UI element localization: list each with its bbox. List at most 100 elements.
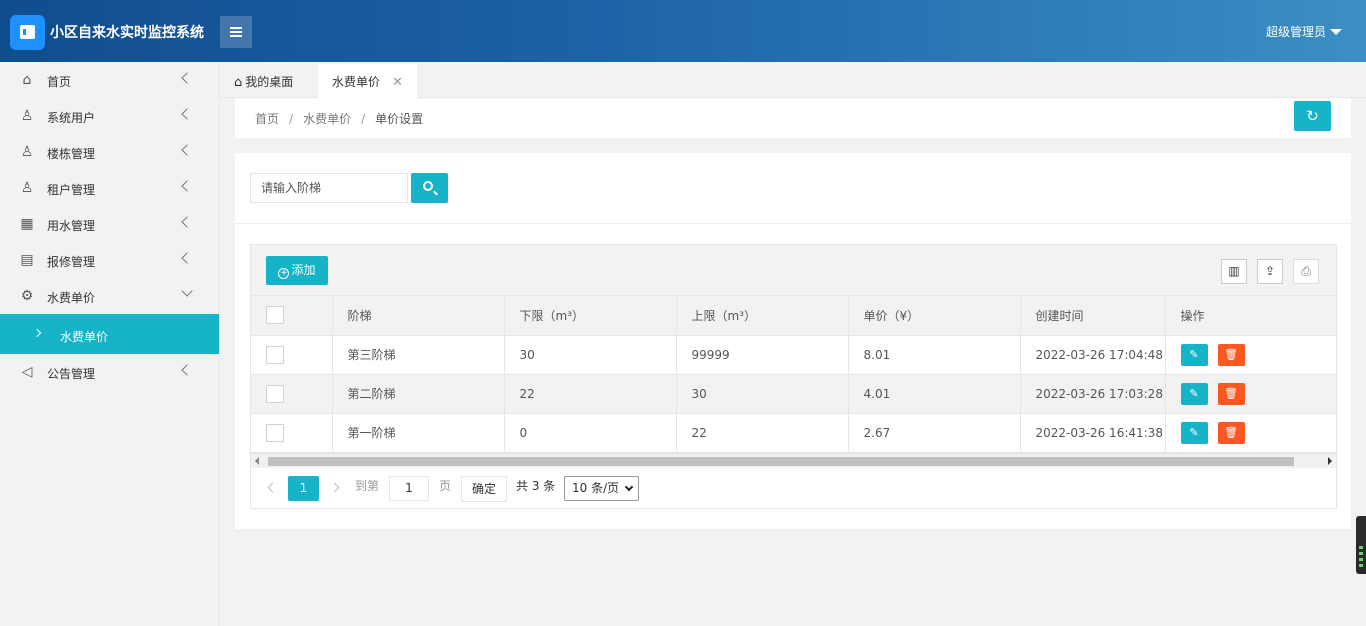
sidebar-item-announcements[interactable]: ◁ 公告管理: [0, 354, 219, 390]
user-icon: ♙: [20, 180, 34, 196]
scroll-right-icon[interactable]: [1328, 457, 1332, 465]
column-header: 操作: [1165, 296, 1337, 336]
table-cell: 第三阶梯: [332, 335, 505, 375]
delete-button[interactable]: 🗑: [1217, 343, 1245, 366]
sidebar-item-repairs[interactable]: ▤ 报修管理: [0, 242, 219, 278]
export-icon[interactable]: ⇪: [1257, 259, 1283, 284]
page-size-select[interactable]: 10 条/页: [564, 476, 639, 501]
sidebar-item-label: 楼栋管理: [47, 147, 96, 161]
chevron-right-icon: [32, 328, 42, 338]
sidebar-item-label: 公告管理: [47, 367, 96, 381]
sidebar-item-label: 水费单价: [47, 291, 96, 305]
data-table: + 添加 ▥ ⇪ ⎙ 阶梯 下限（m³） 上限（m³） 单价（¥） 创建时间 操作…: [250, 244, 1337, 509]
table-cell: 2022-03-26 16:41:38: [1020, 413, 1166, 453]
table-row: 第一阶梯 0 22 2.67 2022-03-26 16:41:38 ✎ 🗑: [251, 413, 1337, 453]
prev-page-icon[interactable]: [267, 482, 278, 493]
caret-down-icon: [1330, 29, 1342, 35]
divider: [235, 223, 1351, 224]
user-icon: ♙: [20, 144, 34, 160]
table-toolbar: + 添加 ▥ ⇪ ⎙: [251, 245, 1336, 296]
page-size-value: 10 条/页: [572, 481, 620, 495]
repair-icon: ▤: [20, 252, 34, 268]
refresh-icon: ↻: [1306, 107, 1319, 125]
main-panel: +添加 ▥ ⇪ ⎙ 阶梯 下限（m³） 上限（m³） 单价（¥） 创建时间 操作…: [235, 153, 1351, 529]
delete-button[interactable]: 🗑: [1217, 421, 1245, 444]
add-button[interactable]: + 添加: [266, 256, 328, 285]
columns-filter-icon[interactable]: ▥: [1221, 259, 1247, 284]
actions-cell: ✎ 🗑: [1165, 374, 1337, 414]
table-cell: 0: [504, 413, 677, 453]
table-cell: 4.01: [848, 374, 1021, 414]
column-header: 单价（¥）: [848, 296, 1021, 336]
sidebar-item-buildings[interactable]: ♙ 楼栋管理: [0, 134, 219, 170]
next-page-icon[interactable]: [329, 482, 340, 493]
total-count: 共 3 条: [516, 479, 556, 493]
user-menu[interactable]: 超级管理员: [1266, 23, 1342, 40]
tab-water-price[interactable]: 水费单价 ✕: [318, 64, 417, 98]
search-input[interactable]: [250, 173, 408, 203]
table-cell: 99999: [676, 335, 849, 375]
sidebar-item-water-price[interactable]: ⚙ 水费单价: [0, 278, 219, 314]
search-button[interactable]: [411, 173, 448, 203]
table-cell: 22: [504, 374, 677, 414]
actions-cell: ✎ 🗑: [1165, 335, 1337, 375]
edit-button[interactable]: ✎: [1180, 421, 1208, 444]
chevron-left-icon: [181, 252, 193, 264]
sidebar-item-home[interactable]: ⌂ 首页: [0, 62, 219, 98]
edit-button[interactable]: ✎: [1180, 382, 1208, 405]
edit-button[interactable]: ✎: [1180, 343, 1208, 366]
chevron-left-icon: [181, 216, 193, 228]
column-header: 下限（m³）: [504, 296, 677, 336]
home-icon: ⌂: [234, 75, 243, 90]
table-cell: 第一阶梯: [332, 413, 505, 453]
table-row: 第三阶梯 30 99999 8.01 2022-03-26 17:04:48 ✎…: [251, 335, 1337, 375]
app-logo-icon: [10, 15, 45, 50]
floating-widget[interactable]: [1356, 516, 1366, 574]
calendar-icon: ▦: [20, 216, 34, 232]
breadcrumb: 首页 / 水费单价 / 单价设置: [255, 112, 424, 126]
column-header: 上限（m³）: [676, 296, 849, 336]
delete-button[interactable]: 🗑: [1217, 382, 1245, 405]
sidebar-item-system-users[interactable]: ♙ 系统用户: [0, 98, 219, 134]
chevron-left-icon: [181, 180, 193, 192]
menu-toggle-button[interactable]: [220, 16, 252, 48]
scroll-left-icon[interactable]: [255, 457, 259, 465]
breadcrumb-item[interactable]: 水费单价: [303, 112, 351, 126]
speaker-icon: ◁: [21, 364, 33, 380]
top-header: 小区自来水实时监控系统 超级管理员: [0, 0, 1366, 62]
row-checkbox[interactable]: [266, 384, 284, 403]
chevron-down-icon: [181, 285, 193, 297]
sidebar-item-tenants[interactable]: ♙ 租户管理: [0, 170, 219, 206]
refresh-button[interactable]: ↻: [1294, 101, 1331, 131]
row-checkbox[interactable]: [266, 423, 284, 442]
page-label: 页: [439, 479, 452, 493]
pagination: 1 到第 1 页 确定 共 3 条 10 条/页: [251, 469, 1336, 509]
table-cell: 30: [504, 335, 677, 375]
tab-bar: ⌂ 我的桌面 水费单价 ✕: [220, 62, 1366, 98]
select-all-checkbox[interactable]: [266, 306, 284, 325]
row-checkbox[interactable]: [266, 345, 284, 364]
add-button-label: 添加: [291, 263, 316, 277]
print-icon[interactable]: ⎙: [1293, 259, 1319, 284]
sidebar-subitem-label: 水费单价: [60, 330, 109, 344]
sidebar-subitem-water-price[interactable]: 水费单价: [0, 314, 219, 354]
table-cell: 30: [676, 374, 849, 414]
user-name: 超级管理员: [1265, 25, 1326, 39]
table-cell: 2022-03-26 17:04:48: [1020, 335, 1166, 375]
sidebar-item-label: 租户管理: [47, 183, 96, 197]
current-page[interactable]: 1: [288, 476, 319, 501]
search-icon: [423, 181, 433, 191]
actions-cell: ✎ 🗑: [1165, 413, 1337, 453]
sidebar-item-label: 首页: [47, 75, 72, 89]
goto-page-input[interactable]: 1: [389, 476, 429, 501]
close-icon[interactable]: ✕: [392, 75, 403, 90]
chevron-left-icon: [181, 144, 193, 156]
goto-confirm-button[interactable]: 确定: [461, 476, 507, 502]
sidebar-item-water-usage[interactable]: ▦ 用水管理: [0, 206, 219, 242]
breadcrumb-current: 单价设置: [375, 112, 424, 126]
breadcrumb-item[interactable]: 首页: [255, 112, 279, 126]
tab-my-desktop[interactable]: ⌂ 我的桌面: [220, 64, 307, 98]
horizontal-scrollbar[interactable]: [251, 453, 1336, 468]
scrollbar-thumb[interactable]: [268, 457, 1294, 466]
sidebar-item-label: 系统用户: [47, 111, 96, 125]
